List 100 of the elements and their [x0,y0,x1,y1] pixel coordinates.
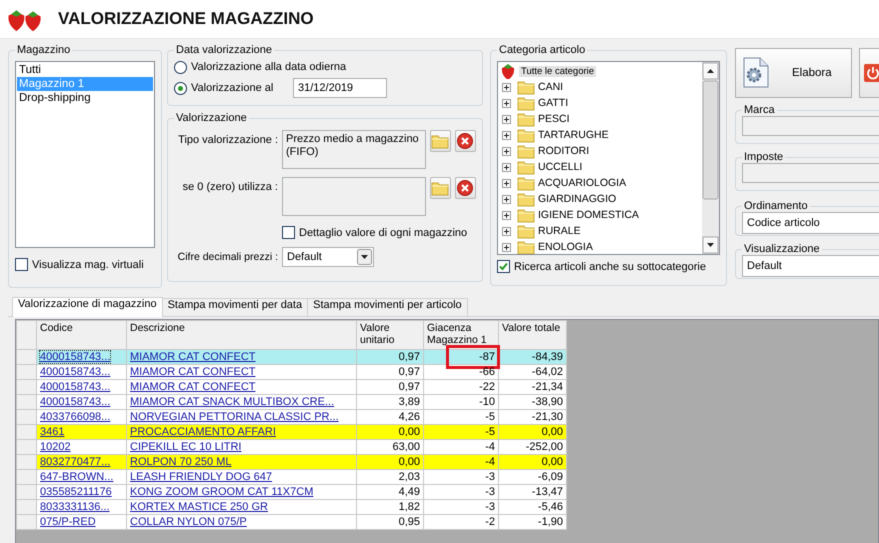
column-header[interactable]: Codice [36,320,126,350]
folder-icon [431,180,450,196]
expand-icon[interactable] [502,114,511,124]
checkbox[interactable] [497,260,510,273]
folder-icon [517,175,535,191]
field-label: Tipo valorizzazione : [177,133,278,146]
column-header[interactable]: Valore totale [498,320,566,350]
table-cell: 0,95 [356,514,424,530]
window-title: VALORIZZAZIONE MAGAZZINO [58,9,314,29]
expand-icon[interactable] [502,242,511,252]
table-cell: -84,39 [498,350,566,364]
clear-button[interactable] [454,177,476,199]
tree-item[interactable]: GIARDINAGGIO [538,193,616,205]
process-button[interactable]: Elabora [735,48,852,98]
column-header[interactable]: Giacenza Magazzino 1 [424,320,498,350]
strawberry-icon [500,63,516,79]
table-cell: -4 [424,454,498,470]
tree-item[interactable]: RODITORI [538,145,590,157]
list-item[interactable]: Drop-shipping [17,91,153,105]
dropdown[interactable]: Default [742,255,879,277]
tab[interactable]: Stampa movimenti per articolo [307,298,468,316]
table-cell: 3,89 [356,394,424,410]
expand-icon[interactable] [502,98,511,108]
table-cell: 0,00 [356,424,424,440]
tree-item[interactable]: IGIENE DOMESTICA [538,209,639,221]
table-cell: -13,47 [498,484,566,500]
table-cell: -2 [424,514,498,530]
table-row[interactable]: 4000158743... MIAMOR CAT SNACK MULTIBOX CRE... 3,89 -10 -38,90 [16,394,566,410]
tree-item[interactable]: Tutte le categorie [519,66,596,76]
table-cell: -38,90 [498,394,566,410]
table-row[interactable]: 3461 PROCACCIAMENTO AFFARI 0,00 -5 0,00 [16,424,566,440]
table-cell: -3 [424,484,498,500]
expand-icon[interactable] [502,130,511,140]
table-row[interactable]: 035585211176 KONG ZOOM GROOM CAT 11X7CM 4,49 -3 -13,47 [16,484,566,500]
table-cell: 2,03 [356,470,424,484]
expand-icon[interactable] [502,162,511,172]
field-label: Cifre decimali prezzi : [176,251,278,263]
group-label: Visualizzazione [743,243,821,255]
dropdown[interactable]: Codice articolo [742,212,879,234]
tree-item[interactable]: UCCELLI [538,161,582,173]
date-field[interactable]: 31/12/2019 [293,78,387,98]
group-label: Ordinamento [743,200,809,212]
table-cell: -66 [424,364,498,380]
column-header[interactable]: Descrizione [126,320,356,350]
table-row[interactable]: 4000158743... MIAMOR CAT CONFECT 0,97 -22 -21,34 [16,380,566,394]
expand-icon[interactable] [502,226,511,236]
tab[interactable]: Valorizzazione di magazzino [12,297,163,317]
tree-item[interactable]: ENOLOGIA [538,241,593,253]
scrollbar[interactable] [702,62,719,254]
group-label: Marca [743,104,776,116]
table-cell: 0,97 [356,364,424,380]
column-header[interactable]: Valore unitario [356,320,424,350]
checkbox-label: Dettaglio valore di ogni magazzino [299,226,468,238]
text-field[interactable] [742,116,879,136]
folder-icon [517,127,535,143]
table-cell: 0,97 [356,350,424,364]
checkbox-label: Visualizza mag. virtuali [32,258,144,270]
folder-icon [517,143,535,159]
expand-icon[interactable] [502,194,511,204]
delete-icon [456,179,474,197]
table-cell: 1,82 [356,500,424,514]
expand-icon[interactable] [502,178,511,188]
table-cell: -5 [424,424,498,440]
decimals-dropdown[interactable]: Default [282,247,374,267]
table-row[interactable]: 8032770477... ROLPON 70 250 ML 0,00 -4 0,00 [16,454,566,470]
tree-item[interactable]: ACQUARIOLOGIA [538,177,626,189]
table-cell: 0,00 [498,424,566,440]
group-label: Categoria articolo [498,44,586,56]
list-item[interactable]: Tutti [17,63,153,77]
table-cell: 0,97 [356,380,424,394]
expand-icon[interactable] [502,146,511,156]
table-cell: -6,09 [498,470,566,484]
folder-icon [517,223,535,239]
checkbox[interactable] [15,258,28,271]
radio-label: Valorizzazione al [191,82,274,94]
table-row[interactable]: 4000158743... MIAMOR CAT CONFECT 0,97 -87 -84,39 [16,350,566,364]
tree-item[interactable]: TARTARUGHE [538,129,609,141]
table-row[interactable]: 8033331136... KORTEX MASTICE 250 GR 1,82 -3 -5,46 [16,500,566,514]
table-row[interactable]: 075/P-RED COLLAR NYLON 075/P 0,95 -2 -1,90 [16,514,566,530]
expand-icon[interactable] [502,82,511,92]
text-field[interactable] [742,163,879,183]
radio-button[interactable] [174,82,187,94]
tree-item[interactable]: PESCI [538,113,570,125]
table-row[interactable]: 4000158743... MIAMOR CAT CONFECT 0,97 -66 -64,02 [16,364,566,380]
tree-item[interactable]: CANI [538,81,564,93]
checkbox[interactable] [282,226,295,239]
table-row[interactable]: 647-BROWN... LEASH FRIENDLY DOG 647 2,03 -3 -6,09 [16,470,566,484]
dropdown-value: Default [747,260,782,272]
group-label: Valorizzazione [175,112,248,124]
group-label: Imposte [743,151,784,163]
clear-button[interactable] [454,130,476,152]
radio-label: Valorizzazione alla data odierna [191,61,346,73]
folder-icon [517,191,535,207]
folder-icon [431,133,450,149]
expand-icon[interactable] [502,210,511,220]
table-cell: 0,00 [498,454,566,470]
tree-item[interactable]: RURALE [538,225,581,237]
tree-item[interactable]: GATTI [538,97,568,109]
dropdown-value: Default [287,251,322,263]
radio-button[interactable] [174,60,187,74]
